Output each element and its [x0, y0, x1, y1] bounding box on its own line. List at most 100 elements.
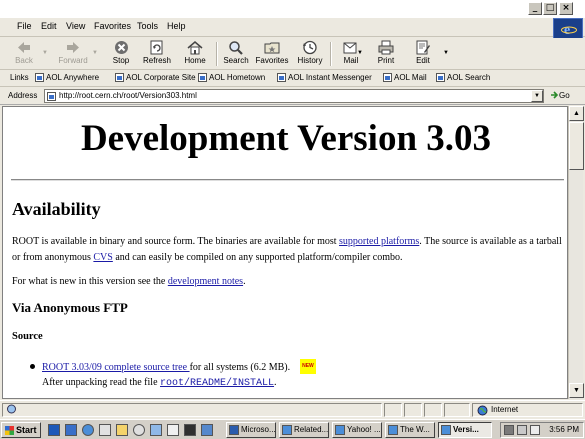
- task-version[interactable]: Versi...: [438, 422, 492, 438]
- edit-label: Edit: [416, 56, 430, 65]
- clock[interactable]: 3:56 PM: [549, 425, 579, 434]
- back-button[interactable]: Back: [6, 39, 42, 69]
- address-label: Address: [8, 91, 38, 100]
- menu-help[interactable]: Help: [167, 21, 186, 31]
- mail-dropdown-icon[interactable]: ▼: [357, 50, 363, 56]
- ie-page-icon: [441, 425, 451, 435]
- refresh-button[interactable]: Refresh: [139, 39, 175, 69]
- ie-quicklaunch-icon[interactable]: [82, 424, 94, 436]
- scroll-down-icon[interactable]: ▼: [569, 383, 584, 398]
- link-aol-anywhere[interactable]: AOL Anywhere: [35, 73, 99, 82]
- print-button[interactable]: Print: [368, 39, 404, 69]
- supported-platforms-link[interactable]: supported platforms: [339, 236, 419, 247]
- tray-icon[interactable]: [504, 425, 514, 435]
- link-aol-mail[interactable]: AOL Mail: [383, 73, 427, 82]
- page-icon: [35, 73, 44, 82]
- outlook-icon[interactable]: [99, 424, 111, 436]
- cvs-link[interactable]: CVS: [93, 252, 112, 263]
- app-icon[interactable]: [65, 424, 77, 436]
- back-dropdown-icon[interactable]: ▼: [42, 50, 48, 56]
- globe-icon: [477, 405, 488, 416]
- stop-label: Stop: [112, 56, 130, 65]
- task-the-w[interactable]: The W...: [385, 422, 435, 438]
- title-bar: _ □ ×: [0, 0, 585, 18]
- vertical-scrollbar[interactable]: ▲ ▼: [568, 106, 584, 399]
- page-icon: [198, 73, 207, 82]
- forward-button[interactable]: Forward: [55, 39, 91, 69]
- install-file-link[interactable]: root/README/INSTALL: [160, 378, 274, 389]
- link-aol-hometown[interactable]: AOL Hometown: [198, 73, 265, 82]
- source-heading: Source: [12, 331, 43, 342]
- menu-favorites[interactable]: Favorites: [94, 21, 131, 31]
- address-url: http://root.cern.ch/root/Version303.html: [59, 91, 197, 100]
- back-label: Back: [15, 56, 33, 65]
- forward-dropdown-icon[interactable]: ▼: [92, 50, 98, 56]
- page-title: Development Version 3.03: [80, 118, 492, 159]
- favorites-button[interactable]: Favorites: [254, 39, 290, 69]
- address-dropdown-icon[interactable]: ▼: [531, 90, 543, 102]
- page-loaded-icon: [7, 404, 16, 414]
- edit-button[interactable]: Edit: [405, 39, 441, 69]
- task-yahoo[interactable]: Yahoo! ...: [332, 422, 382, 438]
- status-cell: [444, 403, 470, 417]
- task-word[interactable]: Microso...: [226, 422, 276, 438]
- link-aol-corporate-site[interactable]: AOL Corporate Site: [115, 73, 196, 82]
- status-cell: [424, 403, 442, 417]
- folder-icon[interactable]: [116, 424, 128, 436]
- close-button[interactable]: ×: [559, 2, 573, 15]
- aol-icon[interactable]: [48, 424, 60, 436]
- link-aol-instant-messenger[interactable]: AOL Instant Messenger: [277, 73, 372, 82]
- scroll-up-icon[interactable]: ▲: [569, 106, 584, 121]
- menu-tools[interactable]: Tools: [137, 21, 158, 31]
- page-icon: [383, 73, 392, 82]
- mail-button[interactable]: Mail: [333, 39, 369, 69]
- app-icon[interactable]: [150, 424, 162, 436]
- go-arrow-icon: [551, 91, 559, 99]
- status-text-cell: [2, 403, 382, 417]
- home-button[interactable]: Home: [177, 39, 213, 69]
- horizontal-rule: [11, 179, 564, 181]
- history-icon: [303, 40, 317, 55]
- page-icon: [115, 73, 124, 82]
- history-button[interactable]: History: [292, 39, 328, 69]
- go-button[interactable]: Go: [550, 91, 570, 100]
- page-content: Development Version 3.03 Availability RO…: [2, 106, 568, 399]
- app-icon[interactable]: [201, 424, 213, 436]
- source-tree-link[interactable]: ROOT 3.03/09 complete source tree: [42, 362, 190, 373]
- start-button[interactable]: Start: [1, 422, 41, 438]
- word-icon: [229, 425, 239, 435]
- info-icon[interactable]: [133, 424, 145, 436]
- back-arrow-icon: [18, 42, 30, 53]
- search-icon: [229, 41, 243, 55]
- maximize-button[interactable]: □: [543, 2, 557, 15]
- forward-label: Forward: [58, 56, 88, 65]
- app-icon[interactable]: [184, 424, 196, 436]
- minimize-button[interactable]: _: [528, 2, 542, 15]
- link-aol-search[interactable]: AOL Search: [436, 73, 490, 82]
- favorites-label: Favorites: [255, 56, 289, 65]
- home-label: Home: [184, 56, 206, 65]
- status-cell: [404, 403, 422, 417]
- printer-icon: [378, 40, 394, 55]
- task-related[interactable]: Related...: [279, 422, 329, 438]
- favorites-folder-icon: [264, 42, 280, 54]
- development-notes-link[interactable]: development notes: [168, 276, 243, 287]
- app-icon[interactable]: [167, 424, 179, 436]
- search-button[interactable]: Search: [218, 39, 254, 69]
- bullet-icon: [30, 364, 35, 369]
- menu-file[interactable]: File: [17, 21, 32, 31]
- menu-view[interactable]: View: [66, 21, 85, 31]
- ftp-heading: Via Anonymous FTP: [12, 300, 128, 315]
- address-input[interactable]: http://root.cern.ch/root/Version303.html: [44, 89, 544, 103]
- availability-heading: Availability: [12, 199, 101, 219]
- scroll-thumb[interactable]: [569, 122, 584, 170]
- print-label: Print: [377, 56, 395, 65]
- stop-button[interactable]: Stop: [103, 39, 139, 69]
- edit-dropdown-icon[interactable]: ▼: [443, 50, 449, 56]
- menu-edit[interactable]: Edit: [41, 21, 57, 31]
- windows-logo-icon: [5, 426, 14, 435]
- tray-icon[interactable]: [517, 425, 527, 435]
- volume-icon[interactable]: [530, 425, 540, 435]
- taskbar: Start Microso... Related... Yahoo! ... T…: [0, 419, 585, 439]
- ie-page-icon: [282, 425, 292, 435]
